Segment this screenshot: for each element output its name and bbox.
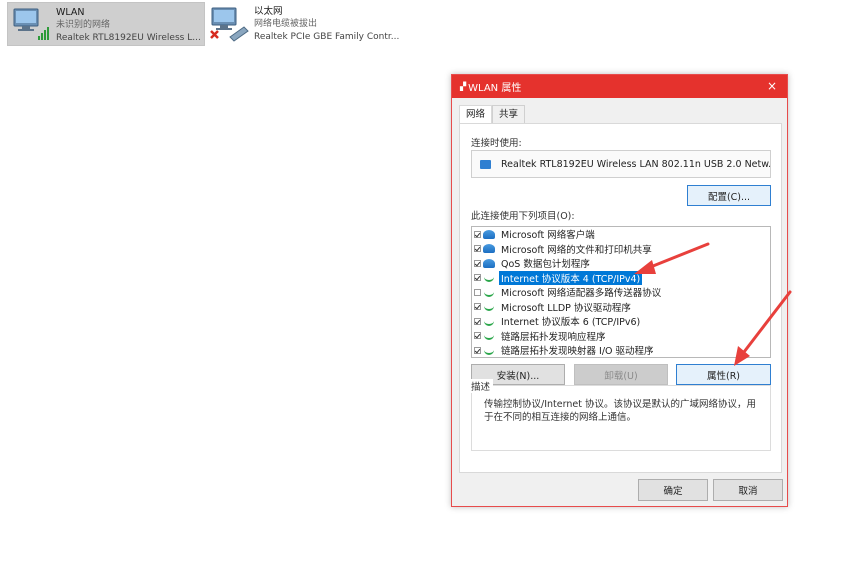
client-icon [483, 244, 495, 254]
ethernet-adapter-icon [210, 5, 250, 43]
list-item[interactable]: 链路层拓扑发现映射器 I/O 驱动程序 [472, 343, 770, 358]
adapter-device: Realtek PCIe GBE Family Contr... [254, 32, 400, 42]
close-icon[interactable]: × [767, 79, 777, 93]
tab-sharing[interactable]: 共享 [492, 105, 526, 123]
adapter-status: 网络电缆被拔出 [254, 19, 318, 29]
checkbox[interactable] [474, 245, 481, 253]
checkbox[interactable] [474, 274, 481, 282]
checkbox[interactable] [474, 346, 481, 354]
device-name: Realtek RTL8192EU Wireless LAN 802.11n U… [501, 158, 771, 170]
checkbox[interactable] [474, 303, 481, 311]
adapter-name: WLAN [56, 7, 85, 18]
list-item[interactable]: 链路层拓扑发现响应程序 [472, 329, 770, 344]
checkbox[interactable] [474, 317, 481, 325]
connect-using-label: 连接时使用: [471, 138, 522, 149]
adapter-status: 未识别的网络 [56, 20, 111, 30]
item-label: Microsoft 网络适配器多路传送器协议 [501, 288, 662, 300]
adapter-device: Realtek RTL8192EU Wireless L... [56, 33, 201, 43]
protocol-icon [483, 302, 495, 312]
dialog-title: WLAN 属性 [468, 83, 522, 94]
protocol-icon [483, 288, 495, 297]
items-list[interactable]: Microsoft 网络客户端 Microsoft 网络的文件和打印机共享 Qo… [471, 226, 771, 358]
network-tab-panel: 连接时使用: Realtek RTL8192EU Wireless LAN 80… [459, 123, 782, 473]
list-item-ipv4-selected[interactable]: Internet 协议版本 4 (TCP/IPv4) [472, 270, 770, 286]
adapter-ethernet[interactable]: 以太网 网络电缆被拔出 Realtek PCIe GBE Family Cont… [206, 2, 406, 46]
protocol-icon [483, 273, 495, 283]
tab-bar: 网络 共享 [459, 105, 526, 124]
checkbox[interactable] [474, 230, 481, 238]
uninstall-button: 卸载(U) [574, 364, 668, 385]
checkbox[interactable] [474, 288, 481, 296]
device-name-field: Realtek RTL8192EU Wireless LAN 802.11n U… [471, 150, 771, 178]
list-item[interactable]: Microsoft 网络客户端 [472, 227, 770, 242]
item-label: Internet 协议版本 6 (TCP/IPv6) [501, 317, 641, 329]
adapter-name: 以太网 [254, 6, 283, 17]
description-text: 传输控制协议/Internet 协议。该协议是默认的广域网络协议，用于在不同的相… [484, 399, 756, 423]
list-item[interactable]: Microsoft 网络适配器多路传送器协议 [472, 285, 770, 300]
wireless-adapter-icon [12, 6, 52, 44]
protocol-icon [483, 346, 495, 355]
item-label: 链路层拓扑发现映射器 I/O 驱动程序 [501, 346, 654, 358]
checkbox[interactable] [474, 332, 481, 340]
item-label: Microsoft 网络客户端 [501, 230, 595, 242]
list-item[interactable]: QoS 数据包计划程序 [472, 256, 770, 271]
protocol-icon [483, 331, 495, 341]
dialog-title-bar[interactable]: ▞ WLAN 属性 × [452, 75, 787, 98]
item-label: Microsoft LLDP 协议驱动程序 [501, 302, 631, 314]
adapter-wlan[interactable]: WLAN 未识别的网络 Realtek RTL8192EU Wireless L… [7, 2, 205, 46]
network-adapter-icon [480, 159, 491, 169]
description-box: 传输控制协议/Internet 协议。该协议是默认的广域网络协议，用于在不同的相… [471, 385, 771, 451]
configure-button[interactable]: 配置(C)... [687, 185, 771, 206]
description-label: 描述 [471, 379, 494, 393]
item-label: Internet 协议版本 4 (TCP/IPv4) [499, 270, 643, 285]
checkbox[interactable] [474, 259, 481, 267]
item-label: 链路层拓扑发现响应程序 [501, 331, 606, 343]
list-item[interactable]: Internet 协议版本 6 (TCP/IPv6) [472, 314, 770, 329]
item-label: Microsoft 网络的文件和打印机共享 [501, 244, 652, 256]
client-icon [483, 258, 495, 268]
ok-button[interactable]: 确定 [638, 479, 708, 501]
protocol-icon [483, 317, 495, 326]
client-icon [483, 229, 495, 239]
cancel-button[interactable]: 取消 [713, 479, 783, 501]
list-item[interactable]: Microsoft LLDP 协议驱动程序 [472, 300, 770, 315]
item-label: QoS 数据包计划程序 [501, 259, 590, 271]
wlan-properties-dialog: ▞ WLAN 属性 × 网络 共享 连接时使用: Realtek RTL8192… [451, 74, 788, 507]
items-label: 此连接使用下列项目(O): [471, 211, 575, 222]
network-icon: ▞ [460, 82, 467, 91]
tab-network[interactable]: 网络 [459, 105, 493, 124]
properties-button[interactable]: 属性(R) [676, 364, 771, 385]
list-item[interactable]: Microsoft 网络的文件和打印机共享 [472, 242, 770, 257]
